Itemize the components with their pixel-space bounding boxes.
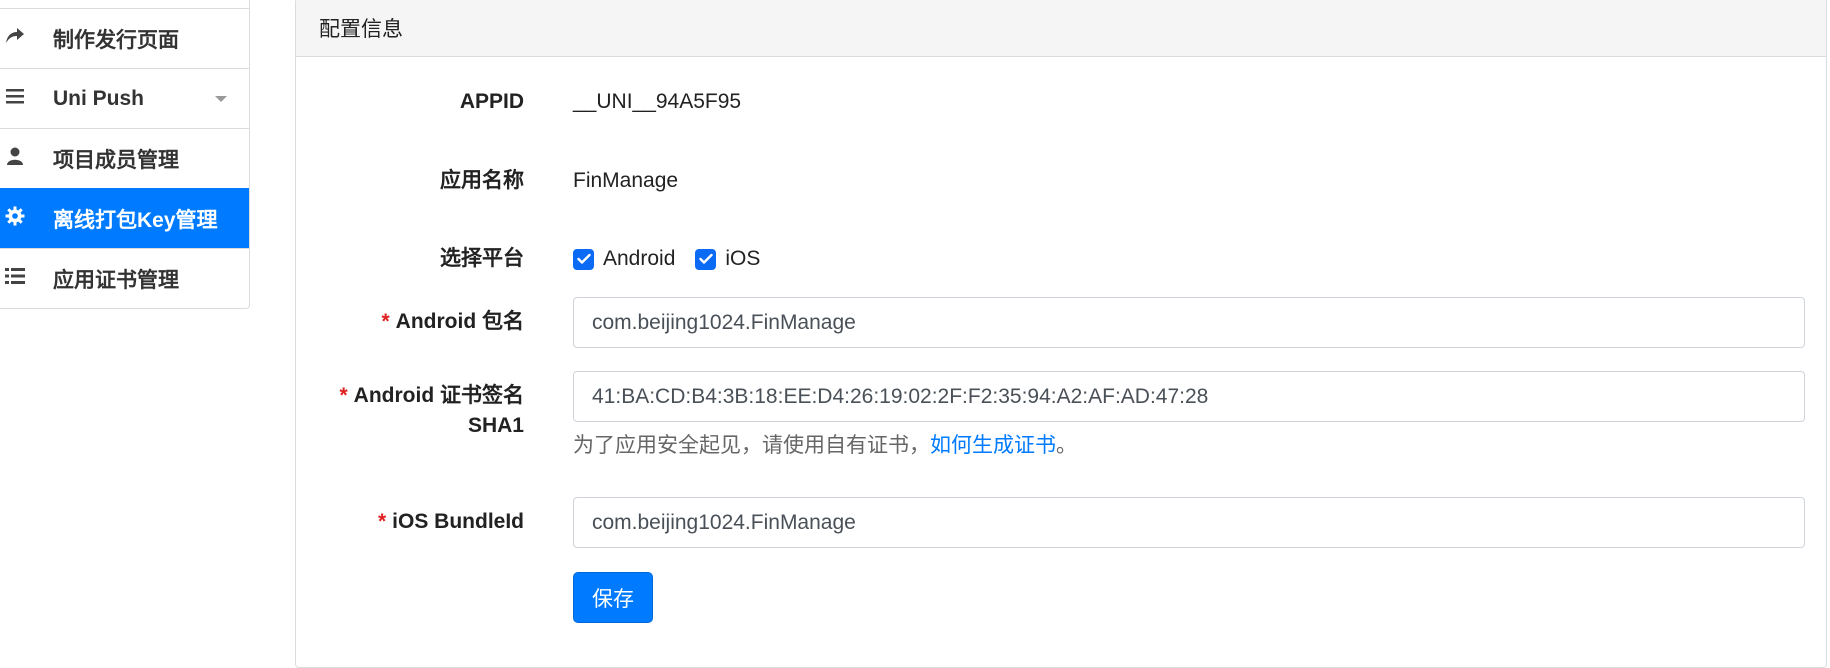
- sidebar: 制作发行页面 Uni Push 项目成员管理 离线打包Key管理 应用证书管理: [0, 0, 250, 309]
- list-detail-icon: [3, 267, 27, 290]
- certificate-hint: 为了应用安全起见，请使用自有证书，如何生成证书。: [573, 431, 1077, 461]
- android-checkbox-label: Android: [603, 247, 676, 270]
- android-sha1-label-line2: SHA1: [467, 414, 524, 437]
- checkmark-icon: [695, 248, 717, 270]
- sidebar-item-label: 制作发行页面: [53, 28, 179, 52]
- card-title: 配置信息: [296, 0, 1826, 57]
- hint-text: 为了应用安全起见，请使用自有证书，: [573, 434, 930, 457]
- save-button[interactable]: 保存: [573, 572, 653, 623]
- android-package-label: * Android 包名: [381, 307, 524, 337]
- how-to-generate-cert-link[interactable]: 如何生成证书: [930, 434, 1056, 457]
- sidebar-item-label: 离线打包Key管理: [53, 208, 218, 232]
- ios-checkbox-label: iOS: [725, 247, 761, 270]
- hint-end: 。: [1056, 434, 1077, 457]
- appname-label: 应用名称: [440, 169, 524, 192]
- share-arrow-icon: [3, 27, 27, 51]
- sidebar-item-uni-push[interactable]: Uni Push: [0, 68, 249, 128]
- required-mark: *: [377, 510, 387, 533]
- sidebar-item-label: 项目成员管理: [53, 148, 179, 172]
- platform-label: 选择平台: [440, 247, 524, 270]
- sidebar-item-label: Uni Push: [53, 86, 145, 110]
- sidebar-item-publish-page[interactable]: 制作发行页面: [0, 8, 249, 68]
- appname-value: FinManage: [573, 169, 679, 192]
- sidebar-item-members[interactable]: 项目成员管理: [0, 128, 249, 188]
- sidebar-item-offline-key[interactable]: 离线打包Key管理: [0, 188, 249, 248]
- android-package-label-text: Android 包名: [395, 310, 524, 333]
- android-package-input[interactable]: [573, 297, 1805, 348]
- user-icon: [3, 147, 27, 171]
- ios-checkbox[interactable]: iOS: [695, 247, 760, 271]
- sidebar-item-label: 应用证书管理: [53, 268, 179, 292]
- required-mark: *: [381, 310, 390, 333]
- ios-bundle-label: * iOS BundleId: [378, 507, 524, 537]
- ios-bundle-label-text: iOS BundleId: [392, 510, 524, 533]
- android-sha1-label-line1: Android 证书签名: [353, 384, 524, 407]
- ios-bundle-input[interactable]: [573, 497, 1805, 548]
- platform-checkboxes: Android iOS: [573, 244, 780, 274]
- checkmark-icon: [573, 248, 594, 270]
- android-sha1-label: * Android 证书签名 SHA1: [339, 381, 524, 441]
- appid-value: __UNI__94A5F95: [573, 90, 742, 113]
- android-checkbox[interactable]: Android: [573, 247, 675, 271]
- android-sha1-input[interactable]: [573, 371, 1805, 422]
- gear-icon: [3, 206, 27, 232]
- chevron-down-icon: [215, 96, 227, 102]
- appid-label: APPID: [459, 90, 524, 113]
- required-mark: *: [339, 384, 348, 407]
- config-card: 配置信息 APPID __UNI__94A5F95 应用名称 FinManage…: [295, 0, 1827, 668]
- list-icon: [3, 87, 27, 110]
- sidebar-item-certificates[interactable]: 应用证书管理: [0, 248, 249, 308]
